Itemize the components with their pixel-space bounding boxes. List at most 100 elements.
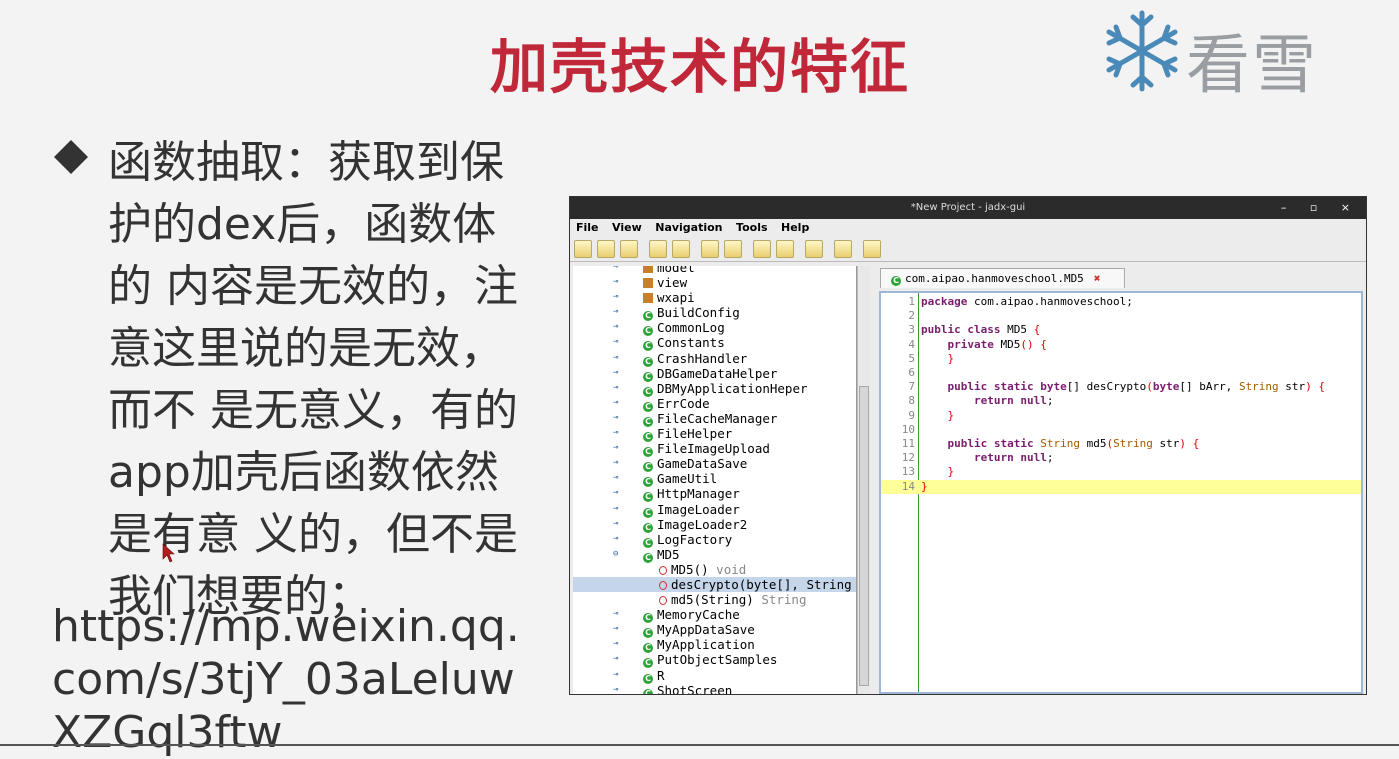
tree-class[interactable]: ⊸ C CrashHandler xyxy=(573,351,856,367)
menu-navigation[interactable]: Navigation xyxy=(655,221,722,234)
tree-class[interactable]: ⊸ C CommonLog xyxy=(573,320,856,337)
expand-toggle-icon[interactable]: ⊸ xyxy=(613,668,618,683)
code-line[interactable]: 12 return null; xyxy=(881,451,1361,465)
expand-toggle-icon[interactable]: ⊸ xyxy=(613,502,618,517)
expand-toggle-icon[interactable]: ⊸ xyxy=(613,456,618,471)
find-icon[interactable] xyxy=(701,240,719,258)
tree-method[interactable]: desCrypto(byte[], String xyxy=(573,576,856,593)
expand-toggle-icon[interactable]: ⊸ xyxy=(613,381,618,396)
tree-class[interactable]: ⊸ C DBGameDataHelper xyxy=(573,366,856,382)
code-line[interactable]: 6 xyxy=(881,366,1361,380)
tree-item-label: CommonLog xyxy=(657,320,725,336)
sync-icon[interactable] xyxy=(649,240,667,258)
log-icon[interactable] xyxy=(834,240,852,258)
code-editor[interactable]: 1 package com.aipao.hanmoveschool; 2 3 publi… xyxy=(879,291,1363,694)
code-line[interactable]: 1 package com.aipao.hanmoveschool; xyxy=(881,295,1361,309)
code-line[interactable]: 8 return null; xyxy=(881,394,1361,408)
save-icon[interactable] xyxy=(597,240,615,258)
expand-toggle-icon[interactable]: ⊸ xyxy=(613,532,618,547)
tree-class[interactable]: ⊸ C FileImageUpload xyxy=(573,441,856,458)
tree-method[interactable]: md5(String) String xyxy=(573,592,856,607)
tree-class[interactable]: ⊸ C FileCacheManager xyxy=(573,411,856,427)
tree-class[interactable]: ⊸ C DBMyApplicationHeper xyxy=(573,380,856,397)
tree-class[interactable]: ⊸ C MyApplication xyxy=(573,637,856,654)
deobfuscation-icon[interactable] xyxy=(805,240,823,258)
save-all-icon[interactable] xyxy=(620,240,638,258)
code-line[interactable]: 10 xyxy=(881,423,1361,437)
open-file-icon[interactable] xyxy=(574,240,592,258)
flat-packages-icon[interactable] xyxy=(672,240,690,258)
expand-toggle-icon[interactable]: ⊸ xyxy=(613,351,618,366)
tree-method[interactable]: MD5() void xyxy=(573,562,856,577)
expand-toggle-icon[interactable]: ⊸ xyxy=(613,622,618,637)
class-tree[interactable]: ⊸ model ⊸ view ⊸ wxapi ⊸ C BuildConfig ⊸ C CommonLo… xyxy=(573,266,857,694)
menu-help[interactable]: Help xyxy=(781,221,809,234)
code-line[interactable]: 3 public class MD5 { xyxy=(881,323,1361,337)
expand-toggle-icon[interactable]: ⊸ xyxy=(613,266,618,275)
expand-toggle-icon[interactable]: ⊸ xyxy=(613,305,618,320)
tree-class[interactable]: ⊸ C ImageLoader2 xyxy=(573,517,856,533)
line-number: 11 xyxy=(901,437,915,450)
tree-class[interactable]: ⊸ C MyAppDataSave xyxy=(573,622,856,639)
code-line[interactable]: 11 public static String md5(String str) … xyxy=(881,437,1361,451)
menu-tools[interactable]: Tools xyxy=(736,221,767,234)
tree-item-label: desCrypto(byte[], String xyxy=(671,576,852,592)
expand-toggle-icon[interactable]: ⊸ xyxy=(613,426,618,441)
code-line[interactable]: 2 xyxy=(881,309,1361,323)
tree-class[interactable]: ⊸ C ShotScreen xyxy=(573,683,856,694)
tree-class[interactable]: ⊸ C HttpManager xyxy=(573,486,856,503)
tree-class[interactable]: ⊸ C MemoryCache xyxy=(573,607,856,624)
expand-toggle-icon[interactable]: ⊖ xyxy=(613,547,618,562)
menu-file[interactable]: File xyxy=(576,221,599,234)
expand-toggle-icon[interactable]: ⊸ xyxy=(613,441,618,456)
tree-item-label: md5(String) xyxy=(671,592,754,608)
tree-item-label: DBMyApplicationHeper xyxy=(657,380,808,396)
tree-class[interactable]: ⊸ C ErrCode xyxy=(573,396,856,412)
code-line[interactable]: 14} xyxy=(881,479,1361,494)
expand-toggle-icon[interactable]: ⊸ xyxy=(613,471,618,486)
expand-toggle-icon[interactable]: ⊸ xyxy=(613,320,618,335)
tree-class[interactable]: ⊸ C Constants xyxy=(573,335,856,352)
tree-class[interactable]: ⊸ C LogFactory xyxy=(573,532,856,548)
tree-class[interactable]: ⊸ C PutObjectSamples xyxy=(573,652,856,669)
code-line[interactable]: 9 } xyxy=(881,409,1361,423)
tree-class[interactable]: ⊸ C ImageLoader xyxy=(573,502,856,518)
tree-scrollbar[interactable] xyxy=(857,266,870,694)
tree-class[interactable]: ⊸ C FileHelper xyxy=(573,426,856,443)
expand-toggle-icon[interactable]: ⊸ xyxy=(613,411,618,426)
menu-view[interactable]: View xyxy=(612,221,642,234)
scrollbar-thumb[interactable] xyxy=(859,386,869,686)
expand-toggle-icon[interactable]: ⊸ xyxy=(613,637,618,652)
code-line[interactable]: 5 } xyxy=(881,352,1361,366)
tree-class[interactable]: ⊸ C GameUtil xyxy=(573,471,856,488)
code-line[interactable]: 13 } xyxy=(881,465,1361,479)
expand-toggle-icon[interactable]: ⊸ xyxy=(613,275,618,290)
expand-toggle-icon[interactable]: ⊸ xyxy=(613,396,618,411)
window-controls[interactable]: – ▫ × xyxy=(1281,197,1360,219)
preferences-icon[interactable] xyxy=(863,240,881,258)
editor-tab[interactable]: Ccom.aipao.hanmoveschool.MD5 ✖ xyxy=(880,268,1125,288)
reference-url[interactable]: https://mp.weixin.qq.com/s/3tjY_03aLeluw… xyxy=(52,600,522,759)
expand-toggle-icon[interactable]: ⊸ xyxy=(613,486,618,501)
expand-toggle-icon[interactable]: ⊸ xyxy=(613,517,618,532)
forward-icon[interactable] xyxy=(776,240,794,258)
tree-package[interactable]: ⊸ wxapi xyxy=(573,290,856,305)
tree-class-expanded[interactable]: ⊖ C MD5 xyxy=(573,547,856,563)
tree-package[interactable]: ⊸ view xyxy=(573,275,856,290)
expand-toggle-icon[interactable]: ⊸ xyxy=(613,335,618,350)
expand-toggle-icon[interactable]: ⊸ xyxy=(613,607,618,622)
tree-class[interactable]: ⊸ C BuildConfig xyxy=(573,305,856,322)
tree-class[interactable]: ⊸ C R xyxy=(573,668,856,684)
code-line[interactable]: 7 public static byte[] desCrypto(byte[] … xyxy=(881,380,1361,394)
expand-toggle-icon[interactable]: ⊸ xyxy=(613,652,618,667)
tree-class[interactable]: ⊸ C GameDataSave xyxy=(573,456,856,473)
close-tab-icon[interactable]: ✖ xyxy=(1094,272,1101,285)
back-icon[interactable] xyxy=(753,240,771,258)
code-line[interactable]: 4 private MD5() { xyxy=(881,338,1361,352)
expand-toggle-icon[interactable]: ⊸ xyxy=(613,290,618,305)
package-icon xyxy=(643,293,653,304)
search-icon[interactable] xyxy=(724,240,742,258)
expand-toggle-icon[interactable]: ⊸ xyxy=(613,683,618,694)
expand-toggle-icon[interactable]: ⊸ xyxy=(613,366,618,381)
tree-package[interactable]: ⊸ model xyxy=(573,266,856,275)
